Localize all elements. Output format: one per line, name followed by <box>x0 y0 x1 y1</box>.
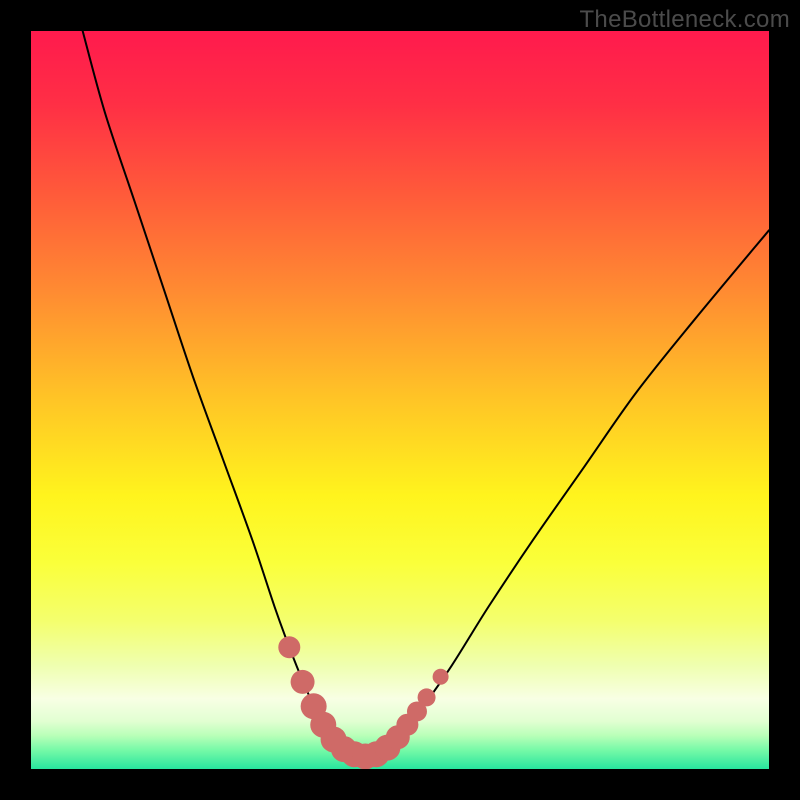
outer-frame: TheBottleneck.com <box>0 0 800 800</box>
curve-marker <box>418 688 436 706</box>
curve-marker <box>433 669 449 685</box>
plot-area <box>31 31 769 769</box>
plot-svg <box>31 31 769 769</box>
gradient-background <box>31 31 769 769</box>
curve-marker <box>278 636 300 658</box>
curve-marker <box>291 670 315 694</box>
watermark-text: TheBottleneck.com <box>579 6 790 34</box>
